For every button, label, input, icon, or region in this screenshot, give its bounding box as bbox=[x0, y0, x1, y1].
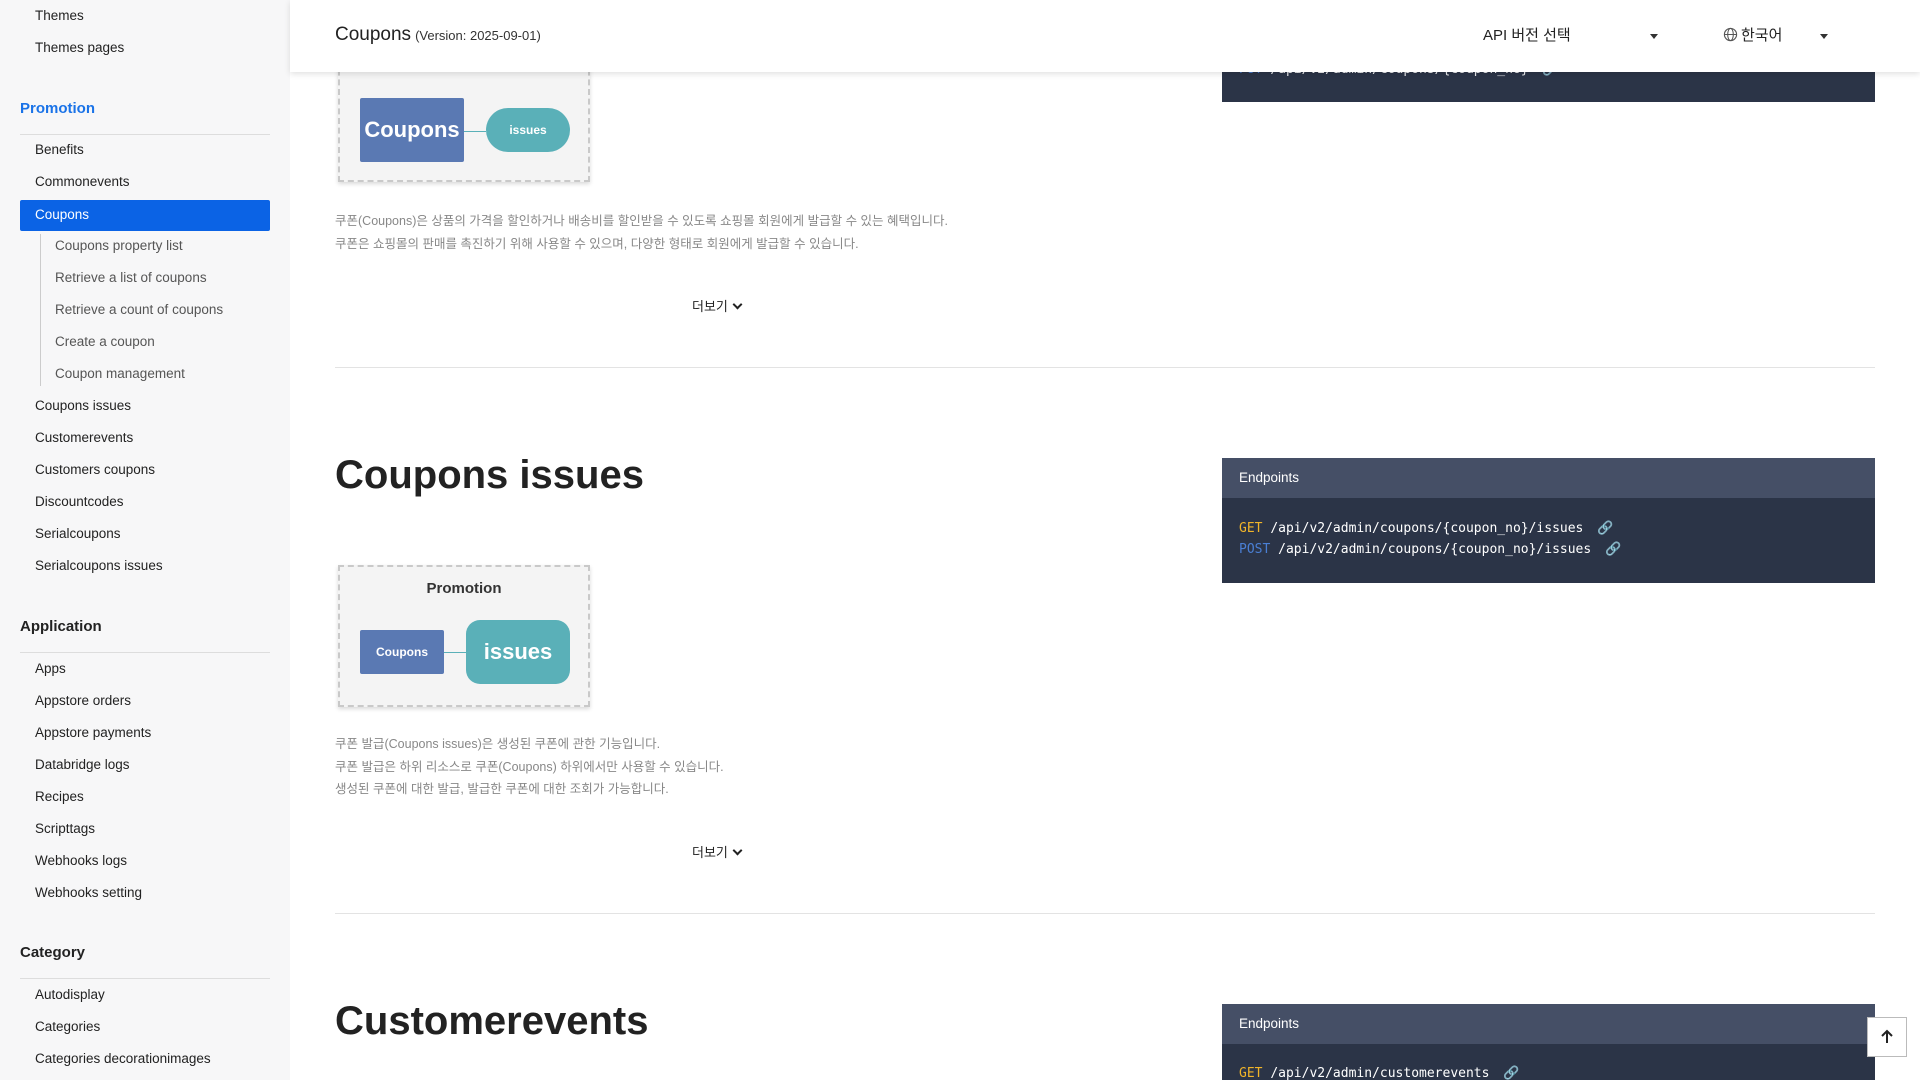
sidebar-subitem-create-coupon[interactable]: Create a coupon bbox=[55, 334, 155, 349]
sidebar-item-autodisplay[interactable]: Autodisplay bbox=[35, 987, 105, 1002]
sidebar-item-apps[interactable]: Apps bbox=[35, 661, 66, 676]
coupons-diagram: Coupons issues bbox=[338, 60, 590, 182]
language-select[interactable]: 한국어 bbox=[1723, 24, 1782, 45]
http-method: POST bbox=[1239, 542, 1271, 557]
sidebar: Themes Themes pages Promotion Benefits C… bbox=[0, 0, 290, 1080]
tree-line bbox=[40, 234, 41, 386]
sidebar-item-databridge-logs[interactable]: Databridge logs bbox=[35, 757, 130, 772]
description-line: 쿠폰은 쇼핑몰의 판매를 촉진하기 위해 사용할 수 있으며, 다양한 형태로 … bbox=[335, 236, 859, 251]
sidebar-item-serialcoupons-issues[interactable]: Serialcoupons issues bbox=[35, 558, 163, 573]
endpoints-panel-customerevents: Endpoints GET /api/v2/admin/customereven… bbox=[1222, 1004, 1875, 1080]
endpoints-header: Endpoints bbox=[1222, 1004, 1875, 1044]
sidebar-group-application[interactable]: Application bbox=[20, 618, 102, 635]
link-icon[interactable]: 🔗 bbox=[1503, 1066, 1519, 1080]
diagram-connector bbox=[464, 131, 486, 132]
description-line: 생성된 쿠폰에 대한 발급, 발급한 쿠폰에 대한 조회가 가능합니다. bbox=[335, 782, 669, 796]
diagram-coupons-box: Coupons bbox=[360, 98, 464, 162]
more-label: 더보기 bbox=[692, 299, 728, 314]
more-label: 더보기 bbox=[692, 845, 728, 860]
language-select-label: 한국어 bbox=[1741, 27, 1783, 44]
divider bbox=[20, 134, 270, 135]
back-to-top-button[interactable] bbox=[1867, 1017, 1907, 1057]
version-label: (Version: 2025-09-01) bbox=[415, 28, 541, 43]
sidebar-item-commonevents[interactable]: Commonevents bbox=[35, 174, 130, 189]
coupons-issues-description: 쿠폰 발급(Coupons issues)은 생성된 쿠폰에 관한 기능입니다.… bbox=[335, 733, 724, 801]
globe-icon bbox=[1723, 27, 1738, 42]
description-line: 쿠폰 발급은 하위 리소스로 쿠폰(Coupons) 하위에서만 사용할 수 있… bbox=[335, 759, 724, 774]
coupons-issues-diagram: Promotion Coupons issues bbox=[338, 565, 590, 707]
api-version-select[interactable]: API 버전 선택 bbox=[1483, 24, 1571, 45]
sidebar-item-recipes[interactable]: Recipes bbox=[35, 789, 84, 804]
chevron-down-icon[interactable] bbox=[1650, 34, 1658, 39]
coupons-description: 쿠폰(Coupons)은 상품의 가격을 할인하거나 배송비를 할인받을 수 있… bbox=[335, 210, 948, 255]
sidebar-item-benefits[interactable]: Benefits bbox=[35, 142, 84, 157]
diagram-issues-pill: issues bbox=[486, 108, 570, 152]
endpoint-path: /api/v2/admin/coupons/{coupon_no}/issues bbox=[1270, 521, 1584, 536]
section-divider bbox=[335, 913, 1875, 914]
page-title: Coupons (Version: 2025-09-01) bbox=[335, 24, 541, 46]
api-version-select-label: API 버전 선택 bbox=[1483, 27, 1571, 44]
endpoint-path: /api/v2/admin/customerevents bbox=[1270, 1066, 1490, 1080]
description-line: 쿠폰(Coupons)은 상품의 가격을 할인하거나 배송비를 할인받을 수 있… bbox=[335, 214, 948, 228]
diagram-promotion-label: Promotion bbox=[426, 580, 502, 597]
sidebar-item-serialcoupons[interactable]: Serialcoupons bbox=[35, 526, 121, 541]
sidebar-group-category[interactable]: Category bbox=[20, 944, 85, 961]
sidebar-subitem-coupons-property-list[interactable]: Coupons property list bbox=[55, 238, 183, 253]
sidebar-item-themes-pages[interactable]: Themes pages bbox=[35, 40, 124, 55]
sidebar-item-themes[interactable]: Themes bbox=[35, 8, 84, 23]
chevron-down-icon bbox=[732, 299, 743, 310]
chevron-down-icon bbox=[732, 845, 743, 856]
sidebar-subitem-coupon-management[interactable]: Coupon management bbox=[55, 366, 185, 381]
diagram-coupons-box: Coupons bbox=[360, 630, 444, 674]
sidebar-subitem-retrieve-list[interactable]: Retrieve a list of coupons bbox=[55, 270, 207, 285]
more-toggle[interactable]: 더보기 bbox=[692, 842, 743, 861]
endpoint-line[interactable]: GET /api/v2/admin/coupons/{coupon_no}/is… bbox=[1239, 521, 1613, 536]
link-icon[interactable]: 🔗 bbox=[1597, 521, 1613, 536]
section-divider bbox=[335, 367, 1875, 368]
description-line: 쿠폰 발급(Coupons issues)은 생성된 쿠폰에 관한 기능입니다. bbox=[335, 737, 661, 751]
sidebar-item-webhooks-logs[interactable]: Webhooks logs bbox=[35, 853, 127, 868]
sidebar-item-discountcodes[interactable]: Discountcodes bbox=[35, 494, 124, 509]
sidebar-item-scripttags[interactable]: Scripttags bbox=[35, 821, 95, 836]
sidebar-item-appstore-payments[interactable]: Appstore payments bbox=[35, 725, 151, 740]
endpoints-header: Endpoints bbox=[1222, 458, 1875, 498]
section-title-customerevents: Customerevents bbox=[335, 999, 649, 1043]
page-title-text: Coupons bbox=[335, 24, 412, 45]
diagram-connector bbox=[444, 652, 466, 653]
chevron-down-icon[interactable] bbox=[1820, 34, 1828, 39]
sidebar-item-customerevents[interactable]: Customerevents bbox=[35, 430, 133, 445]
sidebar-group-promotion[interactable]: Promotion bbox=[20, 100, 95, 117]
diagram-issues-pill: issues bbox=[466, 620, 570, 684]
sidebar-item-coupons-issues[interactable]: Coupons issues bbox=[35, 398, 131, 413]
sidebar-item-webhooks-setting[interactable]: Webhooks setting bbox=[35, 885, 142, 900]
http-method: GET bbox=[1239, 521, 1263, 536]
sidebar-item-coupons[interactable]: Coupons bbox=[20, 200, 270, 231]
endpoint-path: /api/v2/admin/coupons/{coupon_no}/issues bbox=[1278, 542, 1592, 557]
endpoints-panel-coupons-issues: Endpoints GET /api/v2/admin/coupons/{cou… bbox=[1222, 458, 1875, 583]
endpoint-line[interactable]: POST /api/v2/admin/coupons/{coupon_no}/i… bbox=[1239, 542, 1621, 557]
sidebar-item-categories[interactable]: Categories bbox=[35, 1019, 100, 1034]
sidebar-item-categories-decorationimages[interactable]: Categories decorationimages bbox=[35, 1051, 211, 1066]
top-header: Coupons (Version: 2025-09-01) API 버전 선택 한… bbox=[290, 0, 1920, 72]
sidebar-item-appstore-orders[interactable]: Appstore orders bbox=[35, 693, 131, 708]
endpoint-line[interactable]: GET /api/v2/admin/customerevents 🔗 bbox=[1239, 1066, 1519, 1080]
section-title-coupons-issues: Coupons issues bbox=[335, 453, 644, 497]
arrow-up-icon bbox=[1881, 1029, 1893, 1043]
sidebar-subitem-retrieve-count[interactable]: Retrieve a count of coupons bbox=[55, 302, 223, 317]
divider bbox=[20, 978, 270, 979]
more-toggle[interactable]: 더보기 bbox=[692, 296, 743, 315]
divider bbox=[20, 652, 270, 653]
sidebar-item-customers-coupons[interactable]: Customers coupons bbox=[35, 462, 155, 477]
http-method: GET bbox=[1239, 1066, 1263, 1080]
link-icon[interactable]: 🔗 bbox=[1605, 542, 1621, 557]
sidebar-item-label: Coupons bbox=[35, 207, 90, 222]
